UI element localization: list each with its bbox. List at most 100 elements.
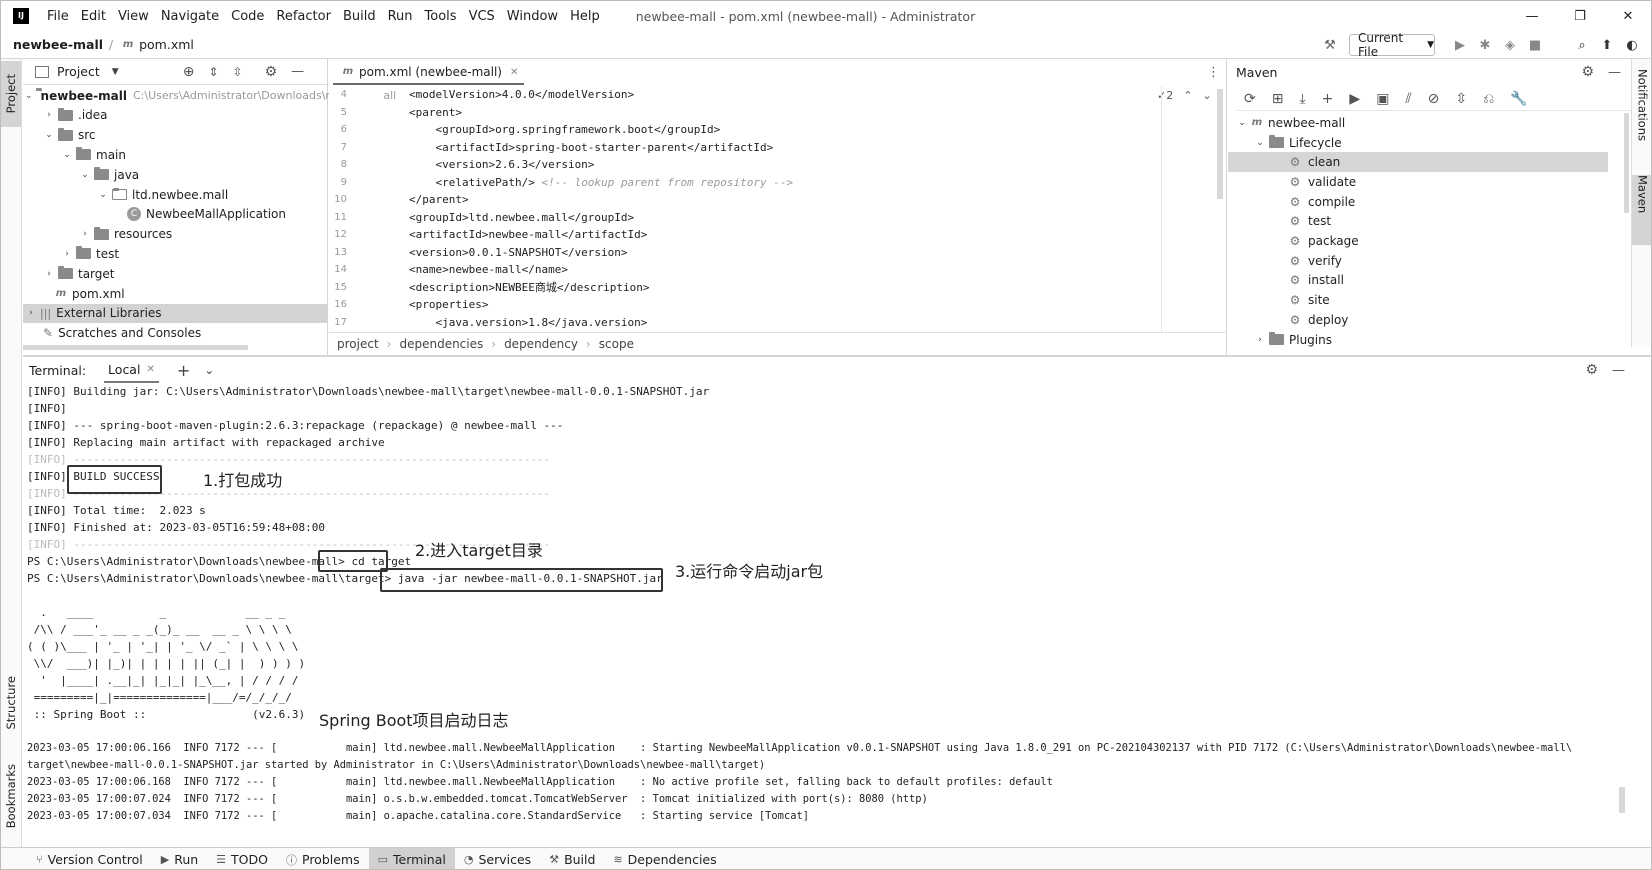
tool-build[interactable]: ⚒ Build	[540, 848, 604, 870]
tool-todo[interactable]: ☰ TODO	[207, 848, 277, 870]
maven-goal-clean[interactable]: ⚙ clean	[1228, 152, 1608, 173]
tree-item-idea[interactable]: › .idea	[23, 106, 328, 125]
stop-icon[interactable]: ■	[1526, 36, 1544, 54]
notifications-tool-tab[interactable]: Notifications	[1632, 69, 1651, 169]
maven-goal-site[interactable]: ⚙ site	[1288, 290, 1330, 310]
menu-tools[interactable]: Tools	[419, 9, 463, 24]
tool-problems[interactable]: ⓘ Problems	[277, 848, 369, 870]
locate-icon[interactable]: ⊕	[183, 64, 195, 80]
tool-version-control[interactable]: ⑂ Version Control	[27, 848, 152, 870]
bookmarks-tool-tab[interactable]: Bookmarks	[1, 753, 21, 839]
hide-panel-icon[interactable]: —	[1608, 65, 1621, 80]
maven-tool-tab[interactable]: Maven	[1632, 175, 1651, 245]
maven-goal-validate[interactable]: ⚙ validate	[1288, 172, 1357, 192]
structure-tool-tab[interactable]: Structure	[1, 665, 21, 741]
maven-goal-compile[interactable]: ⚙ compile	[1288, 192, 1356, 212]
tree-item-resources[interactable]: › resources	[23, 225, 328, 244]
tree-item-src[interactable]: ⌄ src	[23, 126, 328, 145]
tree-item-package[interactable]: ⌄ ltd.newbee.mall	[23, 185, 328, 204]
settings-gear-icon[interactable]: ⚙	[1581, 64, 1594, 80]
tree-item-main-class[interactable]: C NewbeeMallApplication	[23, 205, 328, 224]
crumb-scope[interactable]: scope	[599, 337, 634, 351]
maven-goal-deploy[interactable]: ⚙ deploy	[1288, 310, 1349, 330]
terminal-tab-local[interactable]: Local ✕	[104, 357, 159, 383]
collapse-all-icon[interactable]: ⇳	[233, 65, 243, 79]
tree-item-java[interactable]: ⌄ java	[23, 165, 328, 184]
menu-build[interactable]: Build	[337, 9, 382, 24]
search-icon[interactable]: ⌕	[1573, 36, 1591, 54]
chevron-down-icon[interactable]: ⌄	[204, 363, 214, 377]
menu-file[interactable]: File	[41, 9, 75, 24]
execute-goal-icon[interactable]: ▣	[1376, 91, 1389, 107]
plugin-icon[interactable]: ◐	[1623, 36, 1641, 54]
close-tab-icon[interactable]: ✕	[510, 67, 518, 78]
menu-help[interactable]: Help	[564, 9, 606, 24]
add-folder-icon[interactable]: ⊞	[1272, 91, 1284, 107]
expand-all-icon[interactable]: ⇕	[208, 65, 218, 79]
build-hammer-icon[interactable]: ⚒	[1321, 36, 1339, 54]
inspection-widget[interactable]: ✓2 ⌃ ⌄	[1157, 89, 1212, 102]
project-pane-title[interactable]: Project	[57, 64, 100, 79]
run-icon[interactable]: ▶	[1451, 36, 1469, 54]
tree-item-scratches[interactable]: ✎ Scratches and Consoles	[23, 324, 328, 343]
breadcrumb-project[interactable]: newbee-mall	[13, 37, 103, 52]
tree-item-test[interactable]: › test	[23, 244, 328, 263]
chevron-down-icon[interactable]: ⌄	[1202, 89, 1211, 102]
menu-vcs[interactable]: VCS	[463, 9, 501, 24]
menu-run[interactable]: Run	[382, 9, 419, 24]
tree-item-root[interactable]: ⌄ newbee-mall C:\Users\Administrator\Downl…	[23, 86, 396, 105]
chevron-up-icon[interactable]: ⌃	[1183, 89, 1192, 102]
reload-icon[interactable]: ⟳	[1244, 91, 1256, 107]
add-icon[interactable]: +	[1322, 91, 1334, 107]
tree-item-external-libraries[interactable]: › ||| External Libraries	[23, 303, 328, 323]
vertical-scrollbar[interactable]	[1624, 113, 1629, 213]
minimize-button[interactable]: —	[1509, 1, 1555, 31]
tool-terminal[interactable]: ▭ Terminal	[368, 847, 455, 869]
coverage-icon[interactable]: ◈	[1501, 36, 1519, 54]
editor-tab-pom[interactable]: m pom.xml (newbee-mall) ✕	[333, 61, 525, 85]
vertical-scrollbar[interactable]	[1217, 89, 1223, 199]
close-button[interactable]: ✕	[1605, 1, 1651, 31]
download-icon[interactable]: ⤓	[1299, 91, 1305, 107]
tool-run[interactable]: ▶ Run	[152, 848, 207, 870]
maven-plugins[interactable]: › Plugins	[1254, 330, 1332, 350]
menu-refactor[interactable]: Refactor	[270, 9, 337, 24]
tree-item-main[interactable]: ⌄ main	[23, 145, 328, 164]
skip-tests-icon[interactable]: ⊘	[1428, 91, 1440, 107]
maven-goal-package[interactable]: ⚙ package	[1288, 231, 1359, 251]
maven-goal-verify[interactable]: ⚙ verify	[1288, 251, 1342, 271]
crumb-project[interactable]: project	[337, 337, 379, 351]
hide-panel-icon[interactable]: —	[1612, 363, 1625, 378]
maven-goal-test[interactable]: ⚙ test	[1288, 212, 1331, 232]
vertical-scrollbar[interactable]	[1619, 787, 1625, 813]
diagram-icon[interactable]: ⎌	[1483, 91, 1494, 107]
close-tab-icon[interactable]: ✕	[146, 364, 154, 375]
maximize-button[interactable]: ❐	[1557, 1, 1603, 31]
menu-view[interactable]: View	[112, 9, 155, 24]
settings-gear-icon[interactable]: ⚙	[1585, 362, 1598, 378]
crumb-dependencies[interactable]: dependencies	[399, 337, 483, 351]
breadcrumb-file[interactable]: pom.xml	[139, 37, 194, 52]
project-tool-tab[interactable]: Project	[1, 61, 21, 127]
horizontal-scrollbar[interactable]	[23, 345, 248, 350]
tree-item-pom[interactable]: m pom.xml	[23, 284, 328, 303]
chevron-down-icon[interactable]: ▼	[112, 67, 119, 77]
run-icon[interactable]: ▶	[1349, 91, 1360, 107]
menu-navigate[interactable]: Navigate	[155, 9, 225, 24]
settings-gear-icon[interactable]: ⚙	[265, 64, 278, 80]
more-options-icon[interactable]: ⋮	[1207, 65, 1220, 80]
toggle-offline-icon[interactable]: ⫽	[1405, 91, 1411, 107]
hide-panel-icon[interactable]: —	[291, 64, 304, 79]
collapse-all-icon[interactable]: ⇳	[1455, 91, 1467, 107]
maven-goal-install[interactable]: ⚙ install	[1288, 271, 1344, 291]
menu-edit[interactable]: Edit	[75, 9, 112, 24]
tree-item-target[interactable]: › target	[23, 264, 328, 283]
new-tab-icon[interactable]: +	[177, 361, 190, 380]
tool-dependencies[interactable]: ≋ Dependencies	[604, 848, 725, 870]
tool-services[interactable]: ◔ Services	[455, 848, 540, 870]
menu-window[interactable]: Window	[501, 9, 564, 24]
maven-root[interactable]: ⌄ m newbee-mall	[1236, 113, 1345, 133]
update-icon[interactable]: ⬆	[1598, 36, 1616, 54]
menu-code[interactable]: Code	[225, 9, 270, 24]
maven-lifecycle[interactable]: ⌄ Lifecycle	[1254, 133, 1342, 153]
